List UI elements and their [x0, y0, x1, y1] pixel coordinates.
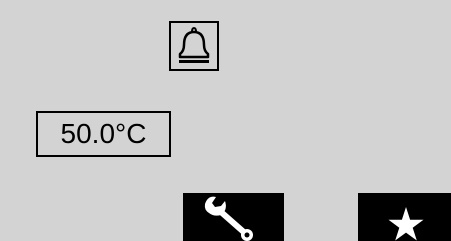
- star-icon: [388, 207, 424, 241]
- alarm-button[interactable]: [169, 21, 219, 71]
- device-screen: 50.0°C: [0, 0, 451, 241]
- settings-button[interactable]: [183, 193, 284, 241]
- bell-icon: [178, 26, 210, 63]
- favorites-button[interactable]: [358, 193, 451, 241]
- temperature-display: 50.0°C: [36, 111, 171, 157]
- wrench-icon: [204, 196, 253, 241]
